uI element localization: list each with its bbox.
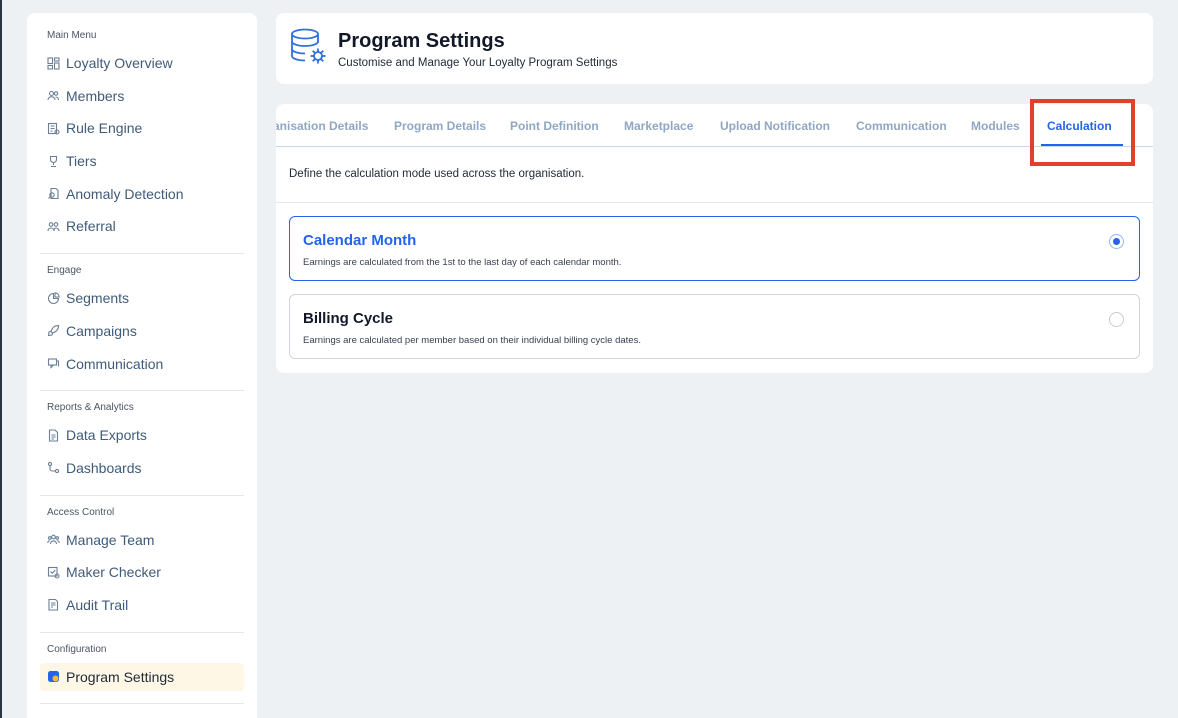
sidebar-item-dashboards[interactable]: Dashboards — [40, 454, 244, 482]
sidebar-item-maker-checker[interactable]: Maker Checker — [40, 558, 244, 586]
sidebar-item-anomaly-detection[interactable]: Anomaly Detection — [40, 180, 244, 208]
tab-upload-notification[interactable]: Upload Notification — [720, 119, 830, 133]
section-title: Engage — [47, 265, 82, 277]
sidebar: Main Menu Loyalty Overview Members Rule … — [27, 13, 257, 718]
page-subtitle: Customise and Manage Your Loyalty Progra… — [338, 57, 618, 69]
window-edge — [0, 0, 2, 718]
sidebar-item-segments[interactable]: Segments — [40, 284, 244, 312]
sidebar-item-program-settings[interactable]: Program Settings — [40, 662, 244, 691]
section-title: Reports & Analytics — [47, 402, 134, 414]
sidebar-item-rule-engine[interactable]: Rule Engine — [40, 114, 244, 142]
tab-communication[interactable]: Communication — [856, 119, 947, 133]
flow-icon — [47, 461, 60, 474]
tab-program-details[interactable]: Program Details — [394, 119, 486, 133]
sidebar-item-label: Audit Trail — [66, 596, 129, 613]
tab-calculation[interactable]: Calculation — [1047, 119, 1112, 133]
sidebar-item-label: Data Exports — [66, 427, 147, 444]
tab-modules[interactable]: Modules — [971, 119, 1020, 133]
sidebar-item-label: Segments — [66, 290, 130, 307]
tab-bar: anisation Details Program Details Point … — [276, 104, 1153, 147]
rocket-icon — [47, 324, 60, 337]
chat-icon — [47, 357, 60, 370]
sidebar-item-label: Members — [66, 87, 125, 104]
radio-billing-cycle[interactable] — [1109, 312, 1124, 327]
option-billing-cycle[interactable]: Billing Cycle Earnings are calculated pe… — [289, 294, 1140, 359]
referral-icon — [47, 220, 60, 233]
sidebar-item-data-exports[interactable]: Data Exports — [40, 421, 244, 449]
tab-organisation-details[interactable]: anisation Details — [276, 119, 368, 133]
option-title: Billing Cycle — [303, 310, 394, 327]
anomaly-icon — [47, 187, 60, 200]
sidebar-item-members[interactable]: Members — [40, 82, 244, 110]
page-title: Program Settings — [338, 30, 505, 52]
sidebar-item-referral[interactable]: Referral — [40, 212, 244, 240]
active-tab-indicator — [1041, 144, 1123, 146]
radio-calendar-month[interactable] — [1109, 234, 1124, 249]
sidebar-item-label: Anomaly Detection — [66, 185, 184, 202]
section-title: Configuration — [47, 643, 107, 655]
sidebar-section-reports: Reports & Analytics Data Exports Dashboa… — [40, 401, 244, 496]
calculation-description: Define the calculation mode used across … — [289, 168, 585, 180]
sidebar-item-tiers[interactable]: Tiers — [40, 147, 244, 175]
section-title: Main Menu — [47, 30, 97, 41]
option-calendar-month[interactable]: Calendar Month Earnings are calculated f… — [289, 216, 1140, 281]
sidebar-item-label: Campaigns — [66, 322, 137, 339]
divider — [276, 202, 1153, 203]
option-description: Earnings are calculated from the 1st to … — [303, 257, 622, 268]
sidebar-item-label: Referral — [66, 218, 116, 235]
sidebar-item-communication[interactable]: Communication — [40, 350, 244, 378]
sidebar-item-label: Tiers — [66, 153, 97, 170]
checker-icon — [47, 566, 60, 579]
settings-icon — [47, 670, 60, 683]
tab-marketplace[interactable]: Marketplace — [624, 119, 693, 133]
sidebar-section-main-menu: Main Menu Loyalty Overview Members Rule … — [40, 29, 244, 255]
sidebar-section-configuration: Configuration Program Settings — [40, 643, 244, 705]
page-header: Program Settings Customise and Manage Yo… — [276, 13, 1153, 84]
document-icon — [47, 429, 60, 442]
section-title: Access Control — [47, 506, 115, 518]
tab-point-definition[interactable]: Point Definition — [510, 119, 599, 133]
sidebar-section-access-control: Access Control Manage Team Maker Checker… — [40, 506, 244, 633]
audit-icon — [47, 598, 60, 611]
database-gear-icon — [289, 27, 329, 67]
grid-icon — [47, 56, 60, 70]
sidebar-item-label: Manage Team — [66, 531, 155, 548]
rule-icon — [47, 122, 60, 135]
sidebar-item-label: Program Settings — [66, 668, 175, 685]
sidebar-item-label: Loyalty Overview — [66, 55, 173, 71]
pie-icon — [47, 291, 60, 305]
option-title: Calendar Month — [303, 232, 417, 249]
sidebar-item-loyalty-overview[interactable]: Loyalty Overview — [40, 49, 244, 77]
option-description: Earnings are calculated per member based… — [303, 335, 641, 346]
sidebar-section-engage: Engage Segments Campaigns Communication — [40, 264, 244, 392]
sidebar-item-manage-team[interactable]: Manage Team — [40, 526, 244, 554]
sidebar-item-audit-trail[interactable]: Audit Trail — [40, 591, 244, 619]
sidebar-item-label: Rule Engine — [66, 120, 143, 137]
team-icon — [47, 533, 60, 546]
users-icon — [47, 89, 60, 102]
sidebar-item-label: Communication — [66, 355, 164, 372]
trophy-icon — [47, 155, 60, 168]
sidebar-item-label: Dashboards — [66, 459, 142, 476]
sidebar-item-label: Maker Checker — [66, 564, 161, 581]
sidebar-item-campaigns[interactable]: Campaigns — [40, 317, 244, 345]
settings-panel: anisation Details Program Details Point … — [276, 104, 1153, 373]
